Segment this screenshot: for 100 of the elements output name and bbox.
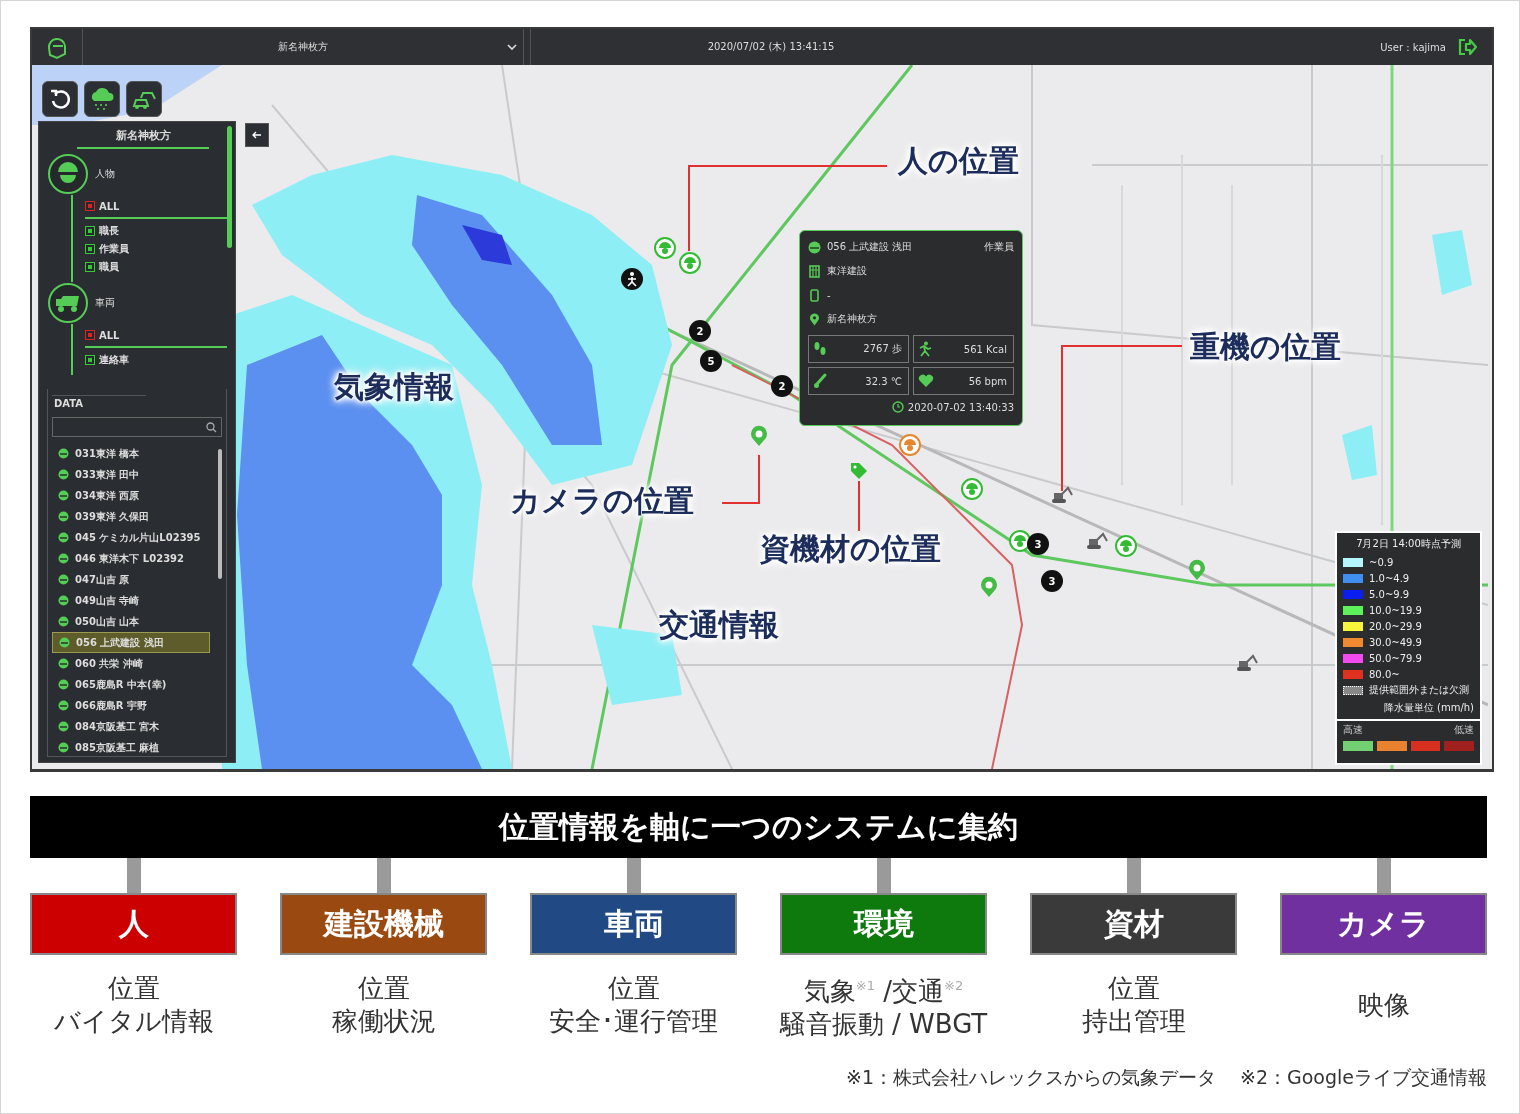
rain-cloud-icon	[89, 87, 115, 111]
filter-label: 職員	[99, 260, 119, 274]
category-label: 建設機械	[280, 893, 487, 955]
category-description: 位置	[607, 972, 660, 1005]
footnote: ※2：Googleライブ交通情報	[1240, 1065, 1487, 1090]
callout-label: 資機材の位置	[760, 531, 941, 567]
helmet-marker-icon[interactable]	[679, 252, 701, 274]
worker-list-item[interactable]: 034東洋 西原	[52, 485, 210, 506]
numbered-marker[interactable]: 2	[689, 320, 711, 342]
datetime-text: 2020/07/02 (木) 13:41:15	[707, 40, 835, 54]
search-field[interactable]	[52, 417, 222, 437]
worker-list-item[interactable]: 049山吉 寺崎	[52, 590, 210, 611]
helmet-marker-icon[interactable]	[1009, 530, 1031, 552]
worker-list-item[interactable]: 084京阪基工 宮木	[52, 716, 210, 737]
excavator-icon[interactable]	[1050, 485, 1074, 505]
legend-label: 80.0~	[1369, 668, 1400, 680]
filter-checkbox[interactable]	[85, 330, 95, 340]
person-marker-icon[interactable]	[620, 267, 644, 291]
category-description: 稼働状況	[331, 1005, 436, 1038]
helmet-marker-icon[interactable]	[899, 434, 921, 456]
worker-list-item[interactable]: 065鹿島R 中本(幸)	[52, 674, 210, 695]
legend-label: 1.0~4.9	[1369, 572, 1410, 584]
running-person-icon	[918, 341, 932, 357]
excavator-icon[interactable]	[1085, 531, 1109, 551]
callout-label: 重機の位置	[1190, 329, 1341, 365]
phone-number: -	[827, 289, 831, 301]
user-label: User : kajima	[1380, 41, 1446, 53]
helmet-icon	[58, 616, 69, 627]
filter-checkbox[interactable]	[85, 262, 95, 272]
worker-list-item[interactable]: 047山吉 原	[52, 569, 210, 590]
worker-list-item[interactable]: 066鹿島R 宇野	[52, 695, 210, 716]
worker-list-item[interactable]: 031東洋 橋本	[52, 443, 210, 464]
worker-list-item[interactable]: 060 共栄 沖崎	[52, 653, 210, 674]
rain-area	[1342, 425, 1377, 480]
helmet-icon	[58, 511, 69, 522]
worker-icon[interactable]	[47, 153, 89, 195]
helmet-marker-icon[interactable]	[1115, 535, 1137, 557]
heart-icon	[918, 374, 934, 388]
helmet-icon	[808, 240, 821, 254]
numbered-marker[interactable]: 3	[1027, 533, 1049, 555]
worker-list-item[interactable]: 085京阪基工 麻植	[52, 737, 210, 758]
filter-checkbox[interactable]	[85, 201, 95, 211]
helmet-marker-icon[interactable]	[961, 478, 983, 500]
worker-list-item[interactable]: 033東洋 田中	[52, 464, 210, 485]
group-label: 人物	[95, 167, 115, 181]
legend-label: 10.0~19.9	[1369, 604, 1422, 616]
traffic-button[interactable]	[126, 81, 162, 117]
weather-button[interactable]	[84, 81, 120, 117]
helmet-marker-icon[interactable]	[654, 237, 676, 259]
numbered-marker[interactable]: 5	[700, 350, 722, 372]
worker-list-item[interactable]: 045 ケミカル片山L02395	[52, 527, 210, 548]
worker-name: 056 上武建設 浅田	[827, 240, 913, 254]
sidebar-title: 新名神枚方	[77, 128, 209, 149]
legend-label: 20.0~29.9	[1369, 620, 1422, 632]
helmet-icon	[58, 532, 69, 543]
legend-label: 5.0~9.9	[1369, 588, 1410, 600]
logout-icon[interactable]	[1458, 38, 1478, 56]
category-label: 環境	[780, 893, 987, 955]
category-label: カメラ	[1280, 893, 1487, 955]
excavator-icon[interactable]	[1235, 653, 1259, 673]
collapse-button[interactable]	[245, 123, 269, 147]
legend-label: 低速	[1454, 723, 1474, 737]
numbered-marker[interactable]: 3	[1041, 570, 1063, 592]
worker-list-item[interactable]: 050山吉 山本	[52, 611, 210, 632]
arrow-left-icon	[252, 131, 262, 139]
group-label: 車両	[95, 296, 115, 310]
helmet-icon	[58, 469, 69, 480]
filter-checkbox[interactable]	[85, 226, 95, 236]
legend-swatch	[1343, 685, 1363, 695]
legend-label: 提供範囲外または欠測	[1369, 683, 1469, 697]
worker-list-item[interactable]: 046 東洋木下 L02392	[52, 548, 210, 569]
phone-icon	[808, 288, 821, 302]
metric-value: 2767 歩	[863, 342, 902, 356]
data-tab[interactable]: DATA	[52, 395, 146, 417]
helmet-icon	[59, 637, 70, 648]
company-name: 東洋建設	[827, 264, 867, 278]
clock-icon	[891, 401, 904, 413]
category-description: 気象$^{※1}$ /交通$^{※2}$	[803, 974, 964, 1008]
legend-label: ~0.9	[1369, 556, 1394, 568]
worker-list-item[interactable]: 056 上武建設 浅田	[52, 632, 210, 653]
rain-area	[1432, 230, 1472, 295]
search-icon	[206, 421, 217, 433]
category-description: 位置	[357, 972, 410, 1005]
filter-checkbox[interactable]	[85, 244, 95, 254]
category-description: 安全･運行管理	[549, 1005, 718, 1038]
category-description: 映像	[1357, 988, 1410, 1022]
footprints-icon	[813, 341, 827, 357]
metric-value: 56 bpm	[968, 375, 1007, 387]
worker-list-item[interactable]: 039東洋 久保田	[52, 506, 210, 527]
thermometer-icon	[813, 373, 827, 389]
undo-button[interactable]	[42, 81, 78, 117]
numbered-marker[interactable]: 2	[771, 375, 793, 397]
leader-line	[721, 454, 760, 504]
worker-role: 作業員	[984, 240, 1014, 254]
helmet-icon	[58, 490, 69, 501]
filter-checkbox[interactable]	[85, 355, 95, 365]
category-label: 人	[30, 893, 237, 955]
helmet-icon	[58, 658, 69, 669]
dump-truck-icon[interactable]	[47, 282, 89, 324]
filter-label: 職長	[99, 224, 119, 238]
